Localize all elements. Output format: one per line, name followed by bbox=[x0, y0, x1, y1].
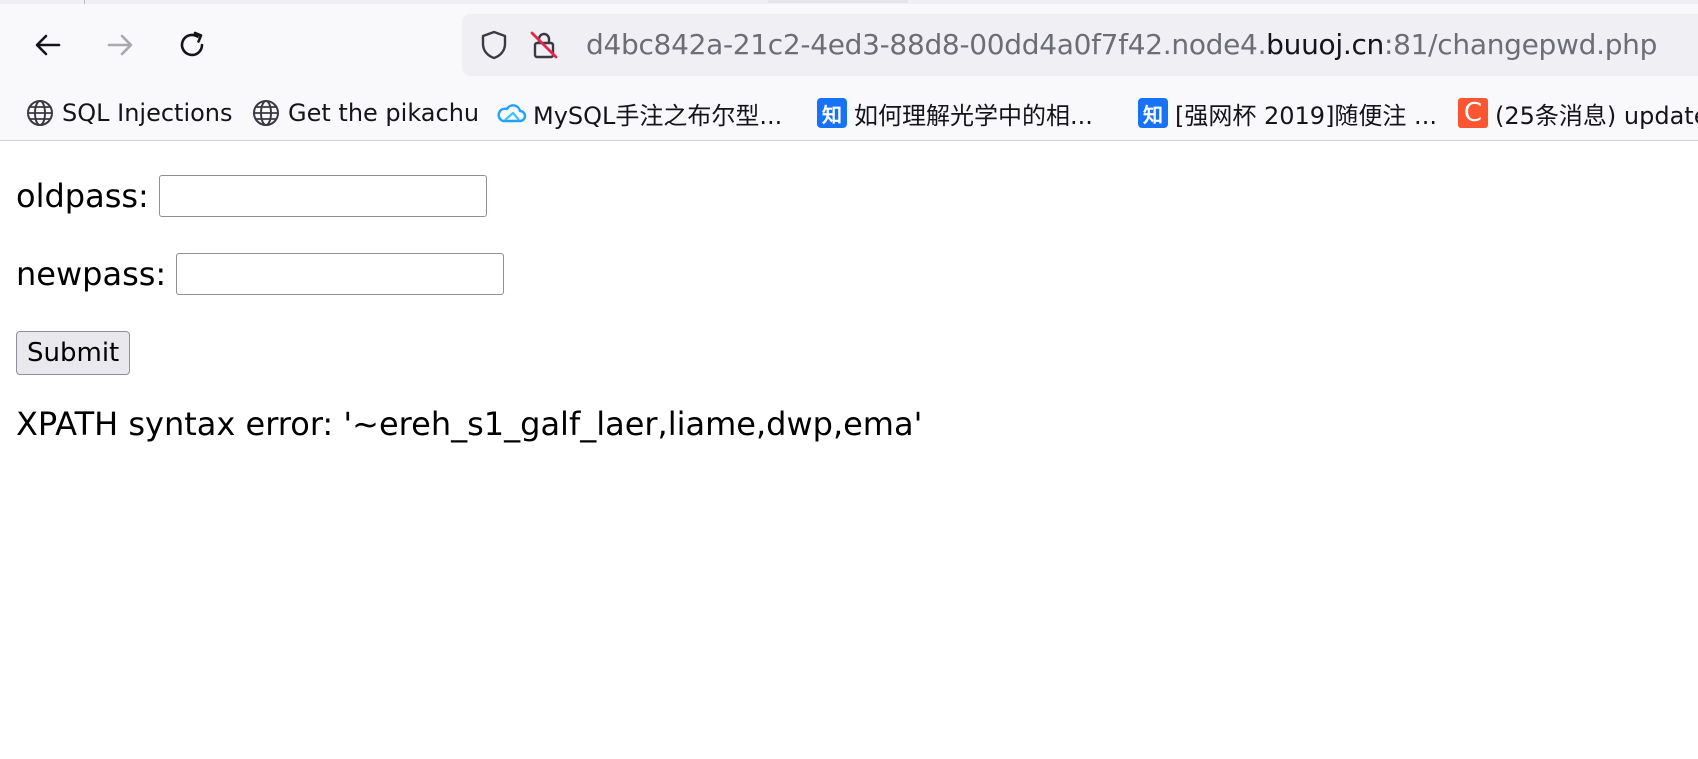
zhihu-icon: 知 bbox=[816, 97, 848, 129]
globe-icon bbox=[24, 97, 56, 129]
bookmark-label: Get the pikachu bbox=[288, 99, 480, 127]
bookmark-mysql-boolean[interactable]: MySQL手注之布尔型... bbox=[495, 92, 782, 134]
oldpass-label: oldpass: bbox=[16, 177, 149, 215]
tab-separator bbox=[84, 0, 85, 4]
bookmark-qwb-2019[interactable]: 知 [强网杯 2019]随便注 ... bbox=[1137, 92, 1437, 134]
browser-chrome: d4bc842a-21c2-4ed3-88d8-00dd4a0f7f42.nod… bbox=[0, 0, 1698, 141]
tab-strip-highlight bbox=[768, 0, 908, 3]
arrow-right-icon bbox=[107, 34, 133, 56]
forward-button[interactable] bbox=[95, 22, 145, 68]
oldpass-row: oldpass: bbox=[16, 175, 487, 217]
shield-icon bbox=[481, 30, 507, 60]
insecure-lock-icon bbox=[530, 31, 558, 59]
tracking-protection-button[interactable] bbox=[477, 28, 511, 62]
reload-button[interactable] bbox=[167, 22, 217, 68]
bookmark-csdn-update[interactable]: C (25条消息) update bbox=[1457, 92, 1698, 134]
newpass-input[interactable] bbox=[176, 253, 505, 295]
url-prefix: d4bc842a-21c2-4ed3-88d8-00dd4a0f7f42.nod… bbox=[586, 28, 1267, 61]
csdn-icon: C bbox=[1457, 97, 1489, 129]
bookmark-label: SQL Injections bbox=[62, 99, 233, 127]
url-path: :81/changepwd.php bbox=[1384, 28, 1658, 61]
bookmark-label: MySQL手注之布尔型... bbox=[533, 101, 783, 130]
globe-icon bbox=[250, 97, 282, 129]
xpath-error-message: XPATH syntax error: '~ereh_s1_galf_laer,… bbox=[16, 405, 923, 443]
bookmark-get-the-pikachu[interactable]: Get the pikachu bbox=[250, 92, 479, 134]
url-bar[interactable]: d4bc842a-21c2-4ed3-88d8-00dd4a0f7f42.nod… bbox=[462, 14, 1698, 76]
site-security-button[interactable] bbox=[527, 28, 561, 62]
page-content: oldpass: newpass: Submit XPATH syntax er… bbox=[0, 141, 1698, 759]
bookmark-zhihu-optics[interactable]: 知 如何理解光学中的相... bbox=[816, 92, 1093, 134]
zhihu-icon: 知 bbox=[1137, 97, 1169, 129]
cloud-icon bbox=[495, 97, 527, 129]
bookmark-label: [强网杯 2019]随便注 ... bbox=[1175, 101, 1437, 130]
back-button[interactable] bbox=[23, 22, 73, 68]
reload-icon bbox=[180, 31, 204, 57]
bookmarks-toolbar: SQL Injections Get the pikachu MySQL手注之布… bbox=[0, 92, 1698, 134]
newpass-row: newpass: bbox=[16, 253, 505, 295]
url-text[interactable]: d4bc842a-21c2-4ed3-88d8-00dd4a0f7f42.nod… bbox=[586, 14, 1657, 76]
bookmark-label: (25条消息) update bbox=[1495, 101, 1698, 130]
oldpass-input[interactable] bbox=[158, 175, 487, 217]
bookmark-sql-injections[interactable]: SQL Injections bbox=[24, 92, 233, 134]
newpass-label: newpass: bbox=[16, 255, 167, 293]
arrow-left-icon bbox=[35, 34, 61, 56]
bookmark-label: 如何理解光学中的相... bbox=[854, 101, 1093, 130]
url-host: buuoj.cn bbox=[1266, 28, 1384, 61]
submit-button[interactable]: Submit bbox=[16, 331, 131, 375]
